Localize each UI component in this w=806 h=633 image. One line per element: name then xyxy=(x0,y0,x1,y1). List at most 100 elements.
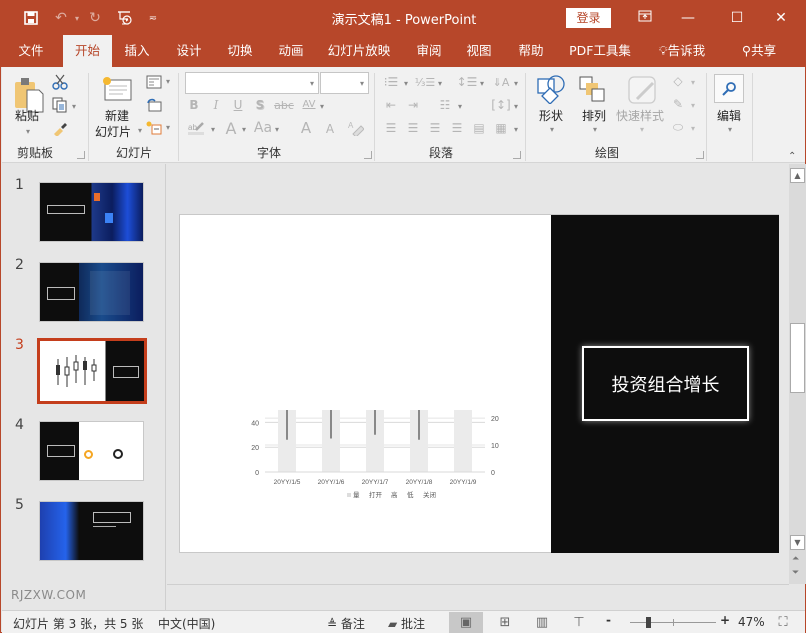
slide-thumbnail[interactable] xyxy=(39,421,144,481)
align-left-icon[interactable]: ☰ xyxy=(382,119,400,137)
new-slide-dropdown-icon[interactable]: ▾ xyxy=(138,126,142,135)
strikethrough-button[interactable]: abc xyxy=(274,97,294,113)
login-button[interactable]: 登录 xyxy=(566,8,611,28)
tell-me-button[interactable]: 💡︎告诉我 xyxy=(651,35,713,67)
font-size-combobox[interactable]: ▾ xyxy=(320,72,369,94)
clipboard-launcher-icon[interactable] xyxy=(77,151,85,159)
save-icon[interactable] xyxy=(21,9,41,27)
shape-effects-dropdown-icon[interactable]: ▾ xyxy=(691,124,695,133)
scroll-down-button[interactable]: ▼ xyxy=(790,535,805,550)
font-name-dropdown-icon[interactable]: ▾ xyxy=(310,79,314,88)
comments-button[interactable]: ▰ 批注 xyxy=(388,615,425,632)
slide-thumbnail[interactable] xyxy=(39,262,144,322)
scrollbar-thumb[interactable] xyxy=(790,323,805,393)
editing-label[interactable]: 编辑 xyxy=(717,107,741,124)
new-slide-label-line2[interactable]: 幻灯片 xyxy=(95,123,131,140)
quick-styles-label[interactable]: 快速样式 xyxy=(616,107,664,124)
decrease-indent-icon[interactable]: ⇤ xyxy=(382,96,400,114)
font-launcher-icon[interactable] xyxy=(364,151,372,159)
font-color-button[interactable]: A xyxy=(222,119,240,138)
arrange-label[interactable]: 排列 xyxy=(582,107,606,124)
slide-sorter-button[interactable]: ⊞ xyxy=(488,612,522,633)
tab-design[interactable]: 设计 xyxy=(167,35,211,67)
tab-pdf-tools[interactable]: PDF工具集 xyxy=(565,35,635,67)
highlight-color-icon[interactable]: ab xyxy=(186,119,208,137)
shapes-label[interactable]: 形状 xyxy=(539,107,563,124)
columns-dropdown-icon[interactable]: ▾ xyxy=(458,102,462,111)
reset-icon[interactable] xyxy=(145,96,163,114)
underline-button[interactable]: U xyxy=(230,97,246,113)
font-color-dropdown-icon[interactable]: ▾ xyxy=(242,125,246,134)
editing-dropdown-icon[interactable]: ▾ xyxy=(728,125,732,134)
collapse-ribbon-icon[interactable]: ⌃ xyxy=(788,151,796,162)
zoom-level[interactable]: 47% xyxy=(738,615,765,629)
copy-icon[interactable] xyxy=(50,95,70,115)
zoom-out-button[interactable]: - xyxy=(606,613,611,627)
tab-slide-show[interactable]: 幻灯片放映 xyxy=(323,35,395,67)
line-spacing-dropdown-icon[interactable]: ▾ xyxy=(480,79,484,88)
change-case-dropdown-icon[interactable]: ▾ xyxy=(275,125,279,134)
quick-styles-dropdown-icon[interactable]: ▾ xyxy=(640,125,644,134)
arrange-icon[interactable] xyxy=(578,75,606,103)
numbering-icon[interactable]: ⅓☰ xyxy=(415,73,436,91)
slide-show-button[interactable]: ⊤ xyxy=(562,612,596,633)
redo-icon[interactable]: ↻ xyxy=(85,9,105,27)
tab-view[interactable]: 视图 xyxy=(457,35,501,67)
layout-dropdown-icon[interactable]: ▾ xyxy=(166,77,170,86)
increase-font-size-button[interactable]: A xyxy=(297,119,315,137)
slide-title[interactable]: 投资组合增长 xyxy=(582,346,749,421)
text-direction-icon[interactable]: ⇓A xyxy=(492,73,510,91)
tab-animations[interactable]: 动画 xyxy=(269,35,313,67)
language-indicator[interactable]: 中文(中国) xyxy=(158,615,215,632)
decrease-font-size-button[interactable]: A xyxy=(322,121,338,137)
paste-dropdown-icon[interactable]: ▾ xyxy=(26,127,30,136)
share-button[interactable]: ⚲共享 xyxy=(734,35,784,67)
current-slide[interactable]: 0 20 40 0 10 20 20YY/1/5 20YY/1/6 20YY/1/7 20YY/1… xyxy=(179,214,779,553)
zoom-in-button[interactable]: + xyxy=(720,613,730,627)
shapes-icon[interactable] xyxy=(535,73,567,105)
new-slide-icon[interactable] xyxy=(101,75,133,103)
tab-file[interactable]: 文件 xyxy=(9,35,53,67)
minimize-icon[interactable]: — xyxy=(673,7,703,29)
shape-outline-icon[interactable]: ✎ xyxy=(669,95,687,113)
numbering-dropdown-icon[interactable]: ▾ xyxy=(438,79,442,88)
undo-dropdown-icon[interactable]: ▾ xyxy=(67,9,87,27)
columns-icon[interactable]: ☷ xyxy=(436,96,454,114)
character-spacing-button[interactable]: AV xyxy=(299,95,319,113)
tab-review[interactable]: 审阅 xyxy=(407,35,451,67)
smartart-icon[interactable]: ▦ xyxy=(492,119,510,137)
scroll-up-button[interactable]: ▲ xyxy=(790,168,805,183)
clear-formatting-icon[interactable]: A xyxy=(347,119,365,137)
tab-home[interactable]: 开始 xyxy=(63,35,112,67)
tab-help[interactable]: 帮助 xyxy=(509,35,553,67)
new-slide-label-line1[interactable]: 新建 xyxy=(105,107,129,124)
align-right-icon[interactable]: ☰ xyxy=(426,119,444,137)
quick-styles-icon[interactable] xyxy=(626,74,658,106)
reading-view-button[interactable]: ▥ xyxy=(525,612,559,633)
shadow-button[interactable]: S xyxy=(252,97,268,113)
increase-indent-icon[interactable]: ⇥ xyxy=(404,96,422,114)
section-icon[interactable] xyxy=(145,119,163,137)
line-spacing-icon[interactable]: ↕☰ xyxy=(457,73,478,91)
layout-icon[interactable] xyxy=(145,73,163,91)
shape-outline-dropdown-icon[interactable]: ▾ xyxy=(691,101,695,110)
vertical-scrollbar[interactable]: ▲ ▼ ⏶ ⏷ xyxy=(789,164,806,584)
distributed-icon[interactable]: ▤ xyxy=(470,119,488,137)
change-case-button[interactable]: Aa xyxy=(253,119,273,137)
arrange-dropdown-icon[interactable]: ▾ xyxy=(593,125,597,134)
smartart-dropdown-icon[interactable]: ▾ xyxy=(514,125,518,134)
section-dropdown-icon[interactable]: ▾ xyxy=(166,123,170,132)
spacing-dropdown-icon[interactable]: ▾ xyxy=(320,102,324,111)
notes-button[interactable]: ≜ 备注 xyxy=(327,615,365,632)
drawing-launcher-icon[interactable] xyxy=(696,151,704,159)
zoom-slider-thumb[interactable] xyxy=(645,617,651,628)
shapes-dropdown-icon[interactable]: ▾ xyxy=(550,125,554,134)
paragraph-launcher-icon[interactable] xyxy=(513,151,521,159)
next-slide-icon[interactable]: ⏷ xyxy=(792,568,799,578)
slide-thumbnail-active[interactable] xyxy=(37,338,147,404)
find-icon[interactable] xyxy=(714,74,744,103)
normal-view-button[interactable]: ▣ xyxy=(449,612,483,633)
align-text-icon[interactable]: [↕] xyxy=(491,96,510,114)
copy-dropdown-icon[interactable]: ▾ xyxy=(72,102,76,111)
shape-effects-icon[interactable]: ⬭ xyxy=(669,118,687,136)
